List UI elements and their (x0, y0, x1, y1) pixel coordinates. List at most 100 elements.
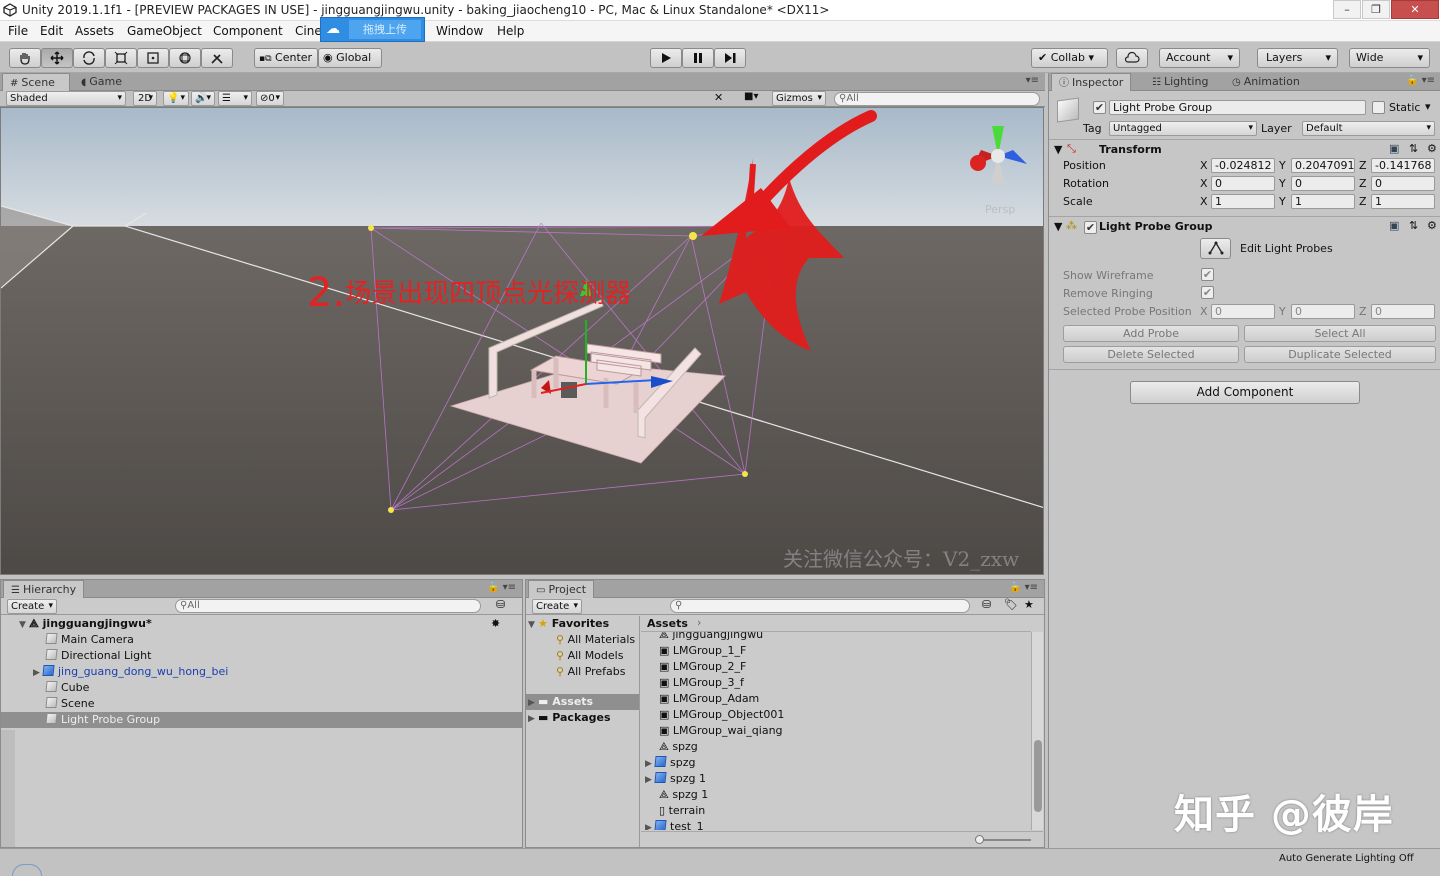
move-tool-button[interactable] (41, 48, 73, 68)
component-enabled-checkbox[interactable]: ✔ (1084, 221, 1097, 234)
tab-scene[interactable]: # Scene (2, 73, 70, 91)
scene-root[interactable]: ▼ ⟁ jingguangjingwu* ✸ (1, 616, 522, 632)
file-item[interactable]: ▣ LMGroup_Object001 (659, 707, 784, 723)
tag-dropdown[interactable]: Untagged (1109, 121, 1257, 136)
add-component-button[interactable]: Add Component (1130, 381, 1360, 404)
file-item[interactable]: ▣ LMGroup_2_F (659, 659, 746, 675)
file-item[interactable]: ▣ LMGroup_1_F (659, 643, 746, 659)
chevron-down-icon[interactable]: ▾ (1425, 100, 1431, 113)
menu-help[interactable]: Help (497, 24, 524, 38)
menu-cinemachine[interactable]: Cine (295, 24, 322, 38)
preset-icon[interactable]: ⇅ (1409, 142, 1418, 155)
selected-probe-x-field[interactable]: 0 (1211, 304, 1275, 319)
active-checkbox[interactable]: ✔ (1093, 101, 1106, 114)
delete-selected-button[interactable]: Delete Selected (1063, 346, 1239, 363)
mode-2d-toggle[interactable]: 2D (133, 91, 157, 106)
tab-game[interactable]: ◖ Game (74, 73, 129, 91)
hierarchy-item-prefab[interactable]: ▶ jing_guang_dong_wu_hong_bei (1, 664, 522, 680)
file-item[interactable]: ▣ LMGroup_wai_qiang (659, 723, 783, 739)
panel-menu-icon[interactable]: 🔒 ▾≡ (1009, 582, 1038, 593)
shading-dropdown[interactable]: Shaded (6, 91, 126, 106)
star-icon[interactable]: ★ (1024, 598, 1034, 611)
file-item[interactable]: ▶ test_1 (645, 819, 704, 830)
position-y-field[interactable]: 0.2047091 (1291, 158, 1355, 173)
scale-x-field[interactable]: 1 (1211, 194, 1275, 209)
maximize-button[interactable]: ❐ (1362, 0, 1390, 19)
minimize-button[interactable]: – (1333, 0, 1361, 19)
help-icon[interactable]: ▣ (1389, 219, 1399, 232)
hand-tool-button[interactable] (9, 48, 41, 68)
tab-lighting[interactable]: ☷ Lighting (1145, 73, 1215, 91)
fav-all-materials[interactable]: ⚲ All Materials (556, 632, 635, 648)
hierarchy-search-input[interactable]: ⚲All (175, 599, 481, 613)
layout-dropdown[interactable]: Wide ▾ (1349, 48, 1430, 68)
lighting-toggle[interactable]: 💡 (163, 91, 189, 106)
transform-tool-button[interactable] (169, 48, 201, 68)
hierarchy-item-cube[interactable]: Cube (1, 680, 522, 696)
project-search-input[interactable]: ⚲ (670, 599, 970, 613)
upload-overlay[interactable]: ☁ 拖拽上传 (320, 17, 425, 42)
layer-dropdown[interactable]: Default (1302, 121, 1435, 136)
audio-toggle[interactable]: 🔊 (191, 91, 215, 106)
tab-inspector[interactable]: ⓘ Inspector (1051, 73, 1132, 91)
scene-search-input[interactable]: ⚲All (834, 92, 1040, 106)
panel-menu-icon[interactable]: 🔒 ▾≡ (1406, 75, 1435, 86)
file-item[interactable]: ▯ terrain (659, 803, 705, 819)
gear-icon[interactable]: ⚙ (1427, 219, 1437, 232)
assets-folder[interactable]: ▶ ▬ Assets (526, 694, 639, 710)
tab-animation[interactable]: ◷ Animation (1225, 73, 1307, 91)
icon-size-slider[interactable] (977, 839, 1031, 841)
scene-view[interactable]: 2.场景出现四顶点光探测器 Persp 关注微信公众号：V2_zxw (0, 107, 1044, 575)
file-item[interactable]: ▣ LMGroup_Adam (659, 691, 759, 707)
scrollbar-thumb[interactable] (1034, 740, 1042, 812)
rotate-tool-button[interactable] (73, 48, 105, 68)
favorites-folder[interactable]: ▼ ★ Favorites (528, 616, 609, 632)
hierarchy-item-directional-light[interactable]: Directional Light (1, 648, 522, 664)
play-button[interactable] (650, 48, 682, 68)
gizmos-dropdown[interactable]: Gizmos (772, 91, 826, 106)
static-checkbox[interactable] (1372, 101, 1385, 114)
rect-tool-button[interactable] (137, 48, 169, 68)
rotation-y-field[interactable]: 0 (1291, 176, 1355, 191)
auto-lighting-status[interactable]: Auto Generate Lighting Off (1279, 853, 1414, 864)
light-probe-group-header[interactable]: ▼ ⁂ ✔ Light Probe Group ▣ ⇅ ⚙ (1049, 216, 1440, 236)
scale-z-field[interactable]: 1 (1371, 194, 1435, 209)
menu-gameobject[interactable]: GameObject (127, 24, 202, 38)
project-scrollbar[interactable] (1031, 632, 1043, 830)
cloud-button[interactable] (1116, 48, 1148, 68)
account-dropdown[interactable]: Account ▾ (1159, 48, 1240, 68)
file-item[interactable]: ▶ spzg (645, 755, 695, 771)
file-item[interactable]: ▣ LMGroup_3_f (659, 675, 744, 691)
hierarchy-item-scene[interactable]: Scene (1, 696, 522, 712)
step-button[interactable] (714, 48, 746, 68)
file-item[interactable]: ▶ spzg 1 (645, 771, 706, 787)
select-all-button[interactable]: Select All (1244, 325, 1436, 342)
scene-menu-icon[interactable]: ✸ (491, 616, 500, 632)
hidden-count[interactable]: ⊘0 (256, 91, 284, 106)
remove-ringing-checkbox[interactable]: ✔ (1201, 286, 1214, 299)
collab-dropdown[interactable]: ✔ Collab ▾ (1031, 48, 1108, 68)
rotation-z-field[interactable]: 0 (1371, 176, 1435, 191)
effects-dropdown[interactable]: ☰ (218, 91, 252, 106)
pause-button[interactable] (682, 48, 714, 68)
fav-all-models[interactable]: ⚲ All Models (556, 648, 623, 664)
object-name-field[interactable]: Light Probe Group (1109, 100, 1366, 115)
hierarchy-item-light-probe-group[interactable]: Light Probe Group (1, 712, 522, 728)
slider-knob[interactable] (975, 835, 984, 844)
selected-probe-y-field[interactable]: 0 (1291, 304, 1355, 319)
show-wireframe-checkbox[interactable]: ✔ (1201, 268, 1214, 281)
gear-icon[interactable]: ⚙ (1427, 142, 1437, 155)
file-item[interactable]: ⟁ spzg 1 (659, 787, 708, 803)
menu-window[interactable]: Window (436, 24, 483, 38)
tools-icon[interactable]: ✕ (714, 91, 723, 104)
tab-project[interactable]: ▭ Project (528, 580, 595, 598)
layers-dropdown[interactable]: Layers ▾ (1257, 48, 1338, 68)
selected-probe-z-field[interactable]: 0 (1371, 304, 1435, 319)
file-item[interactable]: ⟁ spzg (659, 739, 698, 755)
panel-menu-icon[interactable]: 🔒 ▾≡ (487, 582, 516, 593)
persp-label[interactable]: Persp (985, 203, 1015, 216)
preset-icon[interactable]: ⇅ (1409, 219, 1418, 232)
pivot-toggle[interactable]: ▪⧉ Center (254, 48, 318, 68)
scale-tool-button[interactable] (105, 48, 137, 68)
tab-hierarchy[interactable]: ☰ Hierarchy (3, 580, 85, 598)
